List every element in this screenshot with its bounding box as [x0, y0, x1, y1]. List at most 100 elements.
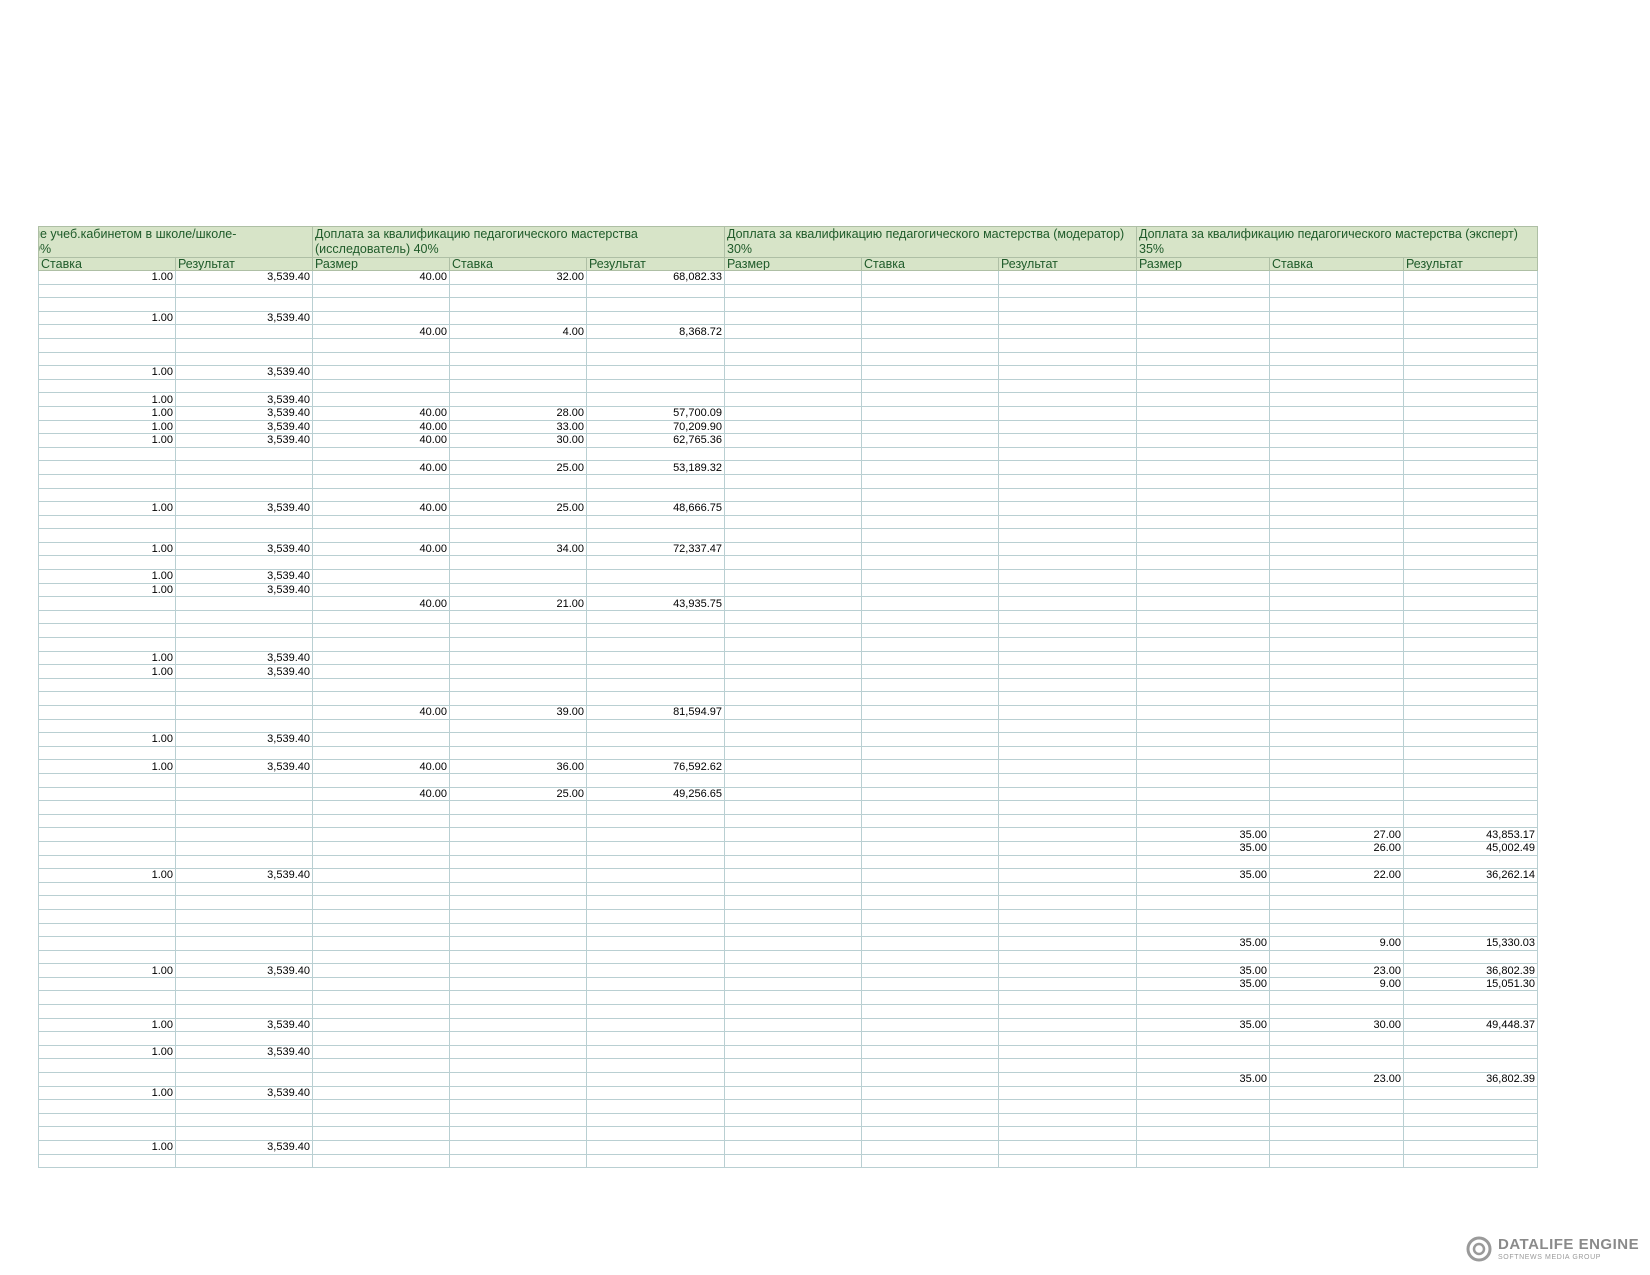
table-cell[interactable]: [1403, 596, 1538, 611]
column-header[interactable]: Результат: [586, 257, 725, 271]
table-cell[interactable]: [724, 840, 862, 856]
table-cell[interactable]: [312, 528, 450, 543]
group-header-researcher[interactable]: Доплата за квалификацию педагогического …: [312, 226, 725, 258]
table-cell[interactable]: [861, 365, 999, 380]
table-cell[interactable]: [38, 297, 176, 312]
table-cell[interactable]: [724, 297, 862, 312]
table-cell[interactable]: [449, 990, 587, 1006]
table-cell[interactable]: [1403, 922, 1538, 938]
table-cell[interactable]: [449, 446, 587, 462]
table-cell[interactable]: [312, 1031, 450, 1046]
table-cell[interactable]: [586, 990, 725, 1006]
table-cell[interactable]: [312, 1072, 450, 1087]
table-cell[interactable]: 40.00: [312, 541, 450, 557]
table-cell[interactable]: 1.00: [38, 392, 176, 407]
table-cell[interactable]: [998, 1126, 1137, 1141]
table-cell[interactable]: [724, 541, 862, 557]
table-cell[interactable]: [1403, 337, 1538, 353]
table-cell[interactable]: [175, 528, 313, 543]
table-cell[interactable]: [1403, 446, 1538, 462]
table-cell[interactable]: [724, 854, 862, 870]
table-cell[interactable]: 39.00: [449, 705, 587, 720]
table-cell[interactable]: [1269, 623, 1404, 639]
table-cell[interactable]: [38, 337, 176, 353]
table-cell[interactable]: [1403, 664, 1538, 679]
table-cell[interactable]: [1136, 514, 1270, 530]
table-cell[interactable]: 30.00: [1269, 1017, 1404, 1033]
table-cell[interactable]: [175, 895, 313, 910]
table-cell[interactable]: [1403, 351, 1538, 367]
table-cell[interactable]: [998, 460, 1137, 475]
table-cell[interactable]: 30.00: [449, 433, 587, 448]
table-cell[interactable]: [586, 1031, 725, 1046]
table-cell[interactable]: [1403, 800, 1538, 815]
table-cell[interactable]: [586, 732, 725, 747]
table-cell[interactable]: [1136, 908, 1270, 924]
table-cell[interactable]: [38, 786, 176, 802]
table-cell[interactable]: [998, 936, 1137, 951]
table-cell[interactable]: [38, 976, 176, 992]
table-cell[interactable]: [998, 759, 1137, 774]
group-header-classroom[interactable]: ие учеб.кабинетом в школе/школе- 0%: [38, 226, 313, 258]
table-cell[interactable]: [38, 705, 176, 720]
table-cell[interactable]: [312, 718, 450, 734]
table-cell[interactable]: [586, 976, 725, 992]
table-cell[interactable]: [724, 691, 862, 706]
table-cell[interactable]: [1403, 297, 1538, 312]
table-cell[interactable]: [998, 772, 1137, 788]
table-cell[interactable]: [724, 555, 862, 571]
table-cell[interactable]: [38, 936, 176, 951]
table-cell[interactable]: [861, 596, 999, 611]
table-cell[interactable]: [724, 1017, 862, 1033]
table-cell[interactable]: 40.00: [312, 786, 450, 802]
table-cell[interactable]: 1.00: [38, 1017, 176, 1033]
table-cell[interactable]: 1.00: [38, 405, 176, 421]
table-cell[interactable]: [38, 623, 176, 639]
table-cell[interactable]: [861, 378, 999, 394]
table-cell[interactable]: [998, 310, 1137, 326]
table-cell[interactable]: [449, 555, 587, 571]
table-cell[interactable]: [1403, 1004, 1538, 1019]
table-cell[interactable]: [724, 569, 862, 584]
table-cell[interactable]: [724, 786, 862, 802]
table-cell[interactable]: 1.00: [38, 541, 176, 557]
table-cell[interactable]: [175, 596, 313, 611]
table-cell[interactable]: 35.00: [1136, 827, 1270, 842]
table-cell[interactable]: [1269, 705, 1404, 720]
table-cell[interactable]: [1269, 854, 1404, 870]
table-cell[interactable]: [1403, 1112, 1538, 1128]
table-cell[interactable]: 45,002.49: [1403, 840, 1538, 856]
table-cell[interactable]: [449, 800, 587, 815]
table-cell[interactable]: [1136, 732, 1270, 747]
table-cell[interactable]: [861, 1126, 999, 1141]
table-cell[interactable]: 35.00: [1136, 936, 1270, 951]
table-cell[interactable]: [1269, 664, 1404, 679]
table-cell[interactable]: [312, 813, 450, 829]
table-cell[interactable]: 15,051.30: [1403, 976, 1538, 992]
table-cell[interactable]: [1136, 446, 1270, 462]
table-cell[interactable]: [1136, 949, 1270, 965]
table-cell[interactable]: [312, 840, 450, 856]
table-cell[interactable]: [38, 1099, 176, 1114]
table-cell[interactable]: [1136, 813, 1270, 829]
table-cell[interactable]: [1269, 677, 1404, 693]
table-cell[interactable]: [1269, 501, 1404, 516]
table-cell[interactable]: [312, 745, 450, 761]
table-cell[interactable]: 3,539.40: [175, 1017, 313, 1033]
table-cell[interactable]: [1136, 433, 1270, 448]
table-cell[interactable]: [998, 324, 1137, 339]
table-cell[interactable]: [1136, 1140, 1270, 1155]
table-cell[interactable]: 76,592.62: [586, 759, 725, 774]
column-header[interactable]: Размер: [1136, 257, 1270, 271]
table-cell[interactable]: [1136, 609, 1270, 625]
table-cell[interactable]: [724, 1072, 862, 1087]
table-cell[interactable]: [1403, 854, 1538, 870]
table-cell[interactable]: 3,539.40: [175, 1085, 313, 1101]
table-cell[interactable]: [175, 378, 313, 394]
table-cell[interactable]: [38, 813, 176, 829]
table-cell[interactable]: [312, 1112, 450, 1128]
table-cell[interactable]: [586, 1044, 725, 1060]
table-cell[interactable]: [1136, 650, 1270, 666]
table-cell[interactable]: [724, 732, 862, 747]
table-cell[interactable]: 1.00: [38, 582, 176, 598]
